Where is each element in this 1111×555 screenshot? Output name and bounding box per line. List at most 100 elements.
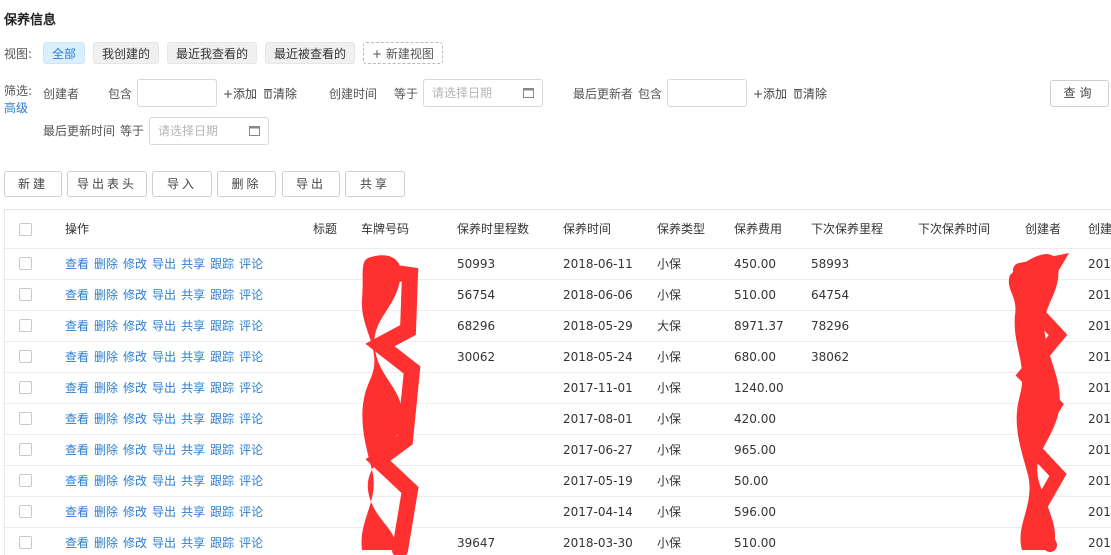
row-action-link[interactable]: 查看 (65, 257, 89, 271)
row-action-link[interactable]: 跟踪 (210, 536, 234, 550)
row-action-link[interactable]: 导出 (152, 381, 176, 395)
query-button[interactable]: 查询 (1050, 80, 1109, 107)
row-checkbox[interactable] (19, 381, 32, 394)
row-action-link[interactable]: 查看 (65, 443, 89, 457)
row-action-link[interactable]: 删除 (94, 257, 118, 271)
view-tab-recent-viewed-by-me[interactable]: 最近我查看的 (167, 42, 258, 64)
row-action-link[interactable]: 跟踪 (210, 505, 234, 519)
row-action-link[interactable]: 导出 (152, 319, 176, 333)
row-action-link[interactable]: 跟踪 (210, 474, 234, 488)
row-action-link[interactable]: 共享 (181, 288, 205, 302)
row-action-link[interactable]: 共享 (181, 474, 205, 488)
row-action-link[interactable]: 共享 (181, 412, 205, 426)
row-action-link[interactable]: 跟踪 (210, 381, 234, 395)
select-all-checkbox[interactable] (19, 223, 32, 236)
row-action-link[interactable]: 修改 (123, 412, 147, 426)
row-action-link[interactable]: 跟踪 (210, 319, 234, 333)
header-next-mileage[interactable]: 下次保养里程 (811, 221, 883, 237)
row-action-link[interactable]: 删除 (94, 536, 118, 550)
row-action-link[interactable]: 导出 (152, 288, 176, 302)
row-checkbox[interactable] (19, 350, 32, 363)
row-action-link[interactable]: 查看 (65, 381, 89, 395)
row-checkbox[interactable] (19, 536, 32, 549)
new-button[interactable]: 新建 (4, 171, 62, 197)
row-action-link[interactable]: 删除 (94, 505, 118, 519)
last-updater-add-link[interactable]: +添加 (753, 86, 787, 102)
header-created[interactable]: 创建 (1088, 221, 1111, 237)
row-action-link[interactable]: 删除 (94, 412, 118, 426)
row-action-link[interactable]: 修改 (123, 474, 147, 488)
row-checkbox[interactable] (19, 257, 32, 270)
export-button[interactable]: 导出 (282, 171, 340, 197)
row-action-link[interactable]: 查看 (65, 288, 89, 302)
row-action-link[interactable]: 导出 (152, 536, 176, 550)
row-action-link[interactable]: 评论 (239, 536, 263, 550)
row-action-link[interactable]: 删除 (94, 381, 118, 395)
row-action-link[interactable]: 删除 (94, 474, 118, 488)
row-action-link[interactable]: 导出 (152, 412, 176, 426)
row-action-link[interactable]: 查看 (65, 474, 89, 488)
row-action-link[interactable]: 导出 (152, 505, 176, 519)
row-action-link[interactable]: 跟踪 (210, 443, 234, 457)
view-tab-mine[interactable]: 我创建的 (93, 42, 160, 64)
row-checkbox[interactable] (19, 288, 32, 301)
row-action-link[interactable]: 共享 (181, 257, 205, 271)
row-checkbox[interactable] (19, 505, 32, 518)
header-next-time[interactable]: 下次保养时间 (918, 221, 990, 237)
row-action-link[interactable]: 查看 (65, 319, 89, 333)
row-action-link[interactable]: 评论 (239, 474, 263, 488)
row-action-link[interactable]: 共享 (181, 505, 205, 519)
row-action-link[interactable]: 修改 (123, 505, 147, 519)
row-action-link[interactable]: 跟踪 (210, 257, 234, 271)
row-action-link[interactable]: 导出 (152, 257, 176, 271)
last-updater-input[interactable] (667, 79, 747, 107)
row-action-link[interactable]: 导出 (152, 350, 176, 364)
advanced-filter-link[interactable]: 高级 (4, 99, 28, 116)
row-action-link[interactable]: 查看 (65, 505, 89, 519)
row-checkbox[interactable] (19, 474, 32, 487)
row-action-link[interactable]: 共享 (181, 443, 205, 457)
row-action-link[interactable]: 查看 (65, 536, 89, 550)
row-action-link[interactable]: 删除 (94, 443, 118, 457)
share-button[interactable]: 共享 (345, 171, 405, 197)
row-action-link[interactable]: 跟踪 (210, 412, 234, 426)
row-action-link[interactable]: 查看 (65, 412, 89, 426)
export-header-button[interactable]: 导出表头 (67, 171, 147, 197)
row-action-link[interactable]: 评论 (239, 443, 263, 457)
header-title[interactable]: 标题 (313, 221, 337, 237)
view-tab-recently-viewed[interactable]: 最近被查看的 (265, 42, 356, 64)
row-action-link[interactable]: 共享 (181, 536, 205, 550)
row-action-link[interactable]: 跟踪 (210, 288, 234, 302)
row-action-link[interactable]: 共享 (181, 350, 205, 364)
row-action-link[interactable]: 删除 (94, 319, 118, 333)
row-action-link[interactable]: 评论 (239, 350, 263, 364)
row-action-link[interactable]: 修改 (123, 443, 147, 457)
header-mileage[interactable]: 保养时里程数 (457, 221, 529, 237)
row-action-link[interactable]: 评论 (239, 505, 263, 519)
creator-add-link[interactable]: +添加 (223, 86, 257, 102)
row-checkbox[interactable] (19, 443, 32, 456)
row-action-link[interactable]: 导出 (152, 443, 176, 457)
row-action-link[interactable]: 评论 (239, 319, 263, 333)
row-action-link[interactable]: 评论 (239, 288, 263, 302)
row-action-link[interactable]: 共享 (181, 381, 205, 395)
header-creator[interactable]: 创建者 (1025, 221, 1061, 237)
row-action-link[interactable]: 删除 (94, 350, 118, 364)
row-action-link[interactable]: 修改 (123, 350, 147, 364)
create-time-date-input[interactable]: 请选择日期 (423, 79, 543, 107)
delete-button[interactable]: 删除 (217, 171, 276, 197)
header-date[interactable]: 保养时间 (563, 221, 611, 237)
last-updater-clear-link[interactable]: 清除 (793, 86, 827, 102)
row-action-link[interactable]: 评论 (239, 257, 263, 271)
row-action-link[interactable]: 删除 (94, 288, 118, 302)
row-action-link[interactable]: 评论 (239, 412, 263, 426)
row-action-link[interactable]: 评论 (239, 381, 263, 395)
row-action-link[interactable]: 修改 (123, 381, 147, 395)
header-plate[interactable]: 车牌号码 (361, 221, 409, 237)
view-tab-all[interactable]: 全部 (43, 42, 86, 64)
row-action-link[interactable]: 跟踪 (210, 350, 234, 364)
row-checkbox[interactable] (19, 412, 32, 425)
row-action-link[interactable]: 修改 (123, 536, 147, 550)
row-action-link[interactable]: 导出 (152, 474, 176, 488)
new-view-button[interactable]: + 新建视图 (363, 42, 443, 64)
